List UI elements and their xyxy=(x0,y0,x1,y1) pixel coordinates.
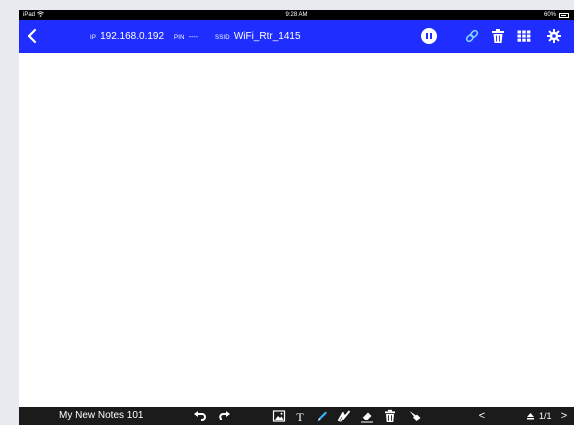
bottom-toolbar: My New Notes 101 T < 1/1 > xyxy=(19,407,574,425)
pin-info: PIN ---- xyxy=(174,34,198,41)
prev-page-button[interactable]: < xyxy=(477,409,487,423)
top-toolbar: IP 192.168.0.192 PIN ---- SSID WiFi_Rtr_141… xyxy=(19,20,574,53)
battery-indicator: 60% xyxy=(544,10,569,20)
insert-image-icon[interactable] xyxy=(272,409,286,423)
pointer-icon[interactable] xyxy=(408,409,422,423)
svg-text:T: T xyxy=(296,410,304,423)
pen-icon[interactable] xyxy=(315,409,329,423)
trash-can-icon[interactable] xyxy=(490,28,506,44)
note-title[interactable]: My New Notes 101 xyxy=(59,407,143,425)
pause-icon xyxy=(421,28,437,44)
next-page-button[interactable]: > xyxy=(559,409,569,423)
page-indicator: 1/1 xyxy=(526,407,552,425)
text-tool-icon[interactable]: T xyxy=(293,409,307,423)
drawing-canvas[interactable] xyxy=(19,53,574,407)
status-time: 9:28 AM xyxy=(285,12,308,18)
eject-icon[interactable] xyxy=(526,412,535,420)
delete-page-icon[interactable] xyxy=(383,409,397,423)
highlighter-icon[interactable] xyxy=(337,409,351,423)
link-icon[interactable] xyxy=(464,28,480,44)
gear-icon[interactable] xyxy=(546,28,562,44)
ipad-screen: iPad 9:28 AM 60% IP 192.168.0.192 PIN ----… xyxy=(19,10,574,425)
redo-icon[interactable] xyxy=(217,409,231,423)
undo-icon[interactable] xyxy=(193,409,207,423)
grid-icon[interactable] xyxy=(516,28,532,44)
battery-icon xyxy=(559,12,569,18)
ip-info: IP 192.168.0.192 xyxy=(90,31,165,42)
pause-button[interactable] xyxy=(421,28,437,44)
back-chevron-icon[interactable] xyxy=(25,27,41,45)
ssid-info: SSID WiFi_Rtr_1415 xyxy=(215,31,301,42)
status-bar: iPad 9:28 AM 60% xyxy=(19,10,574,20)
eraser-icon[interactable] xyxy=(360,409,374,423)
